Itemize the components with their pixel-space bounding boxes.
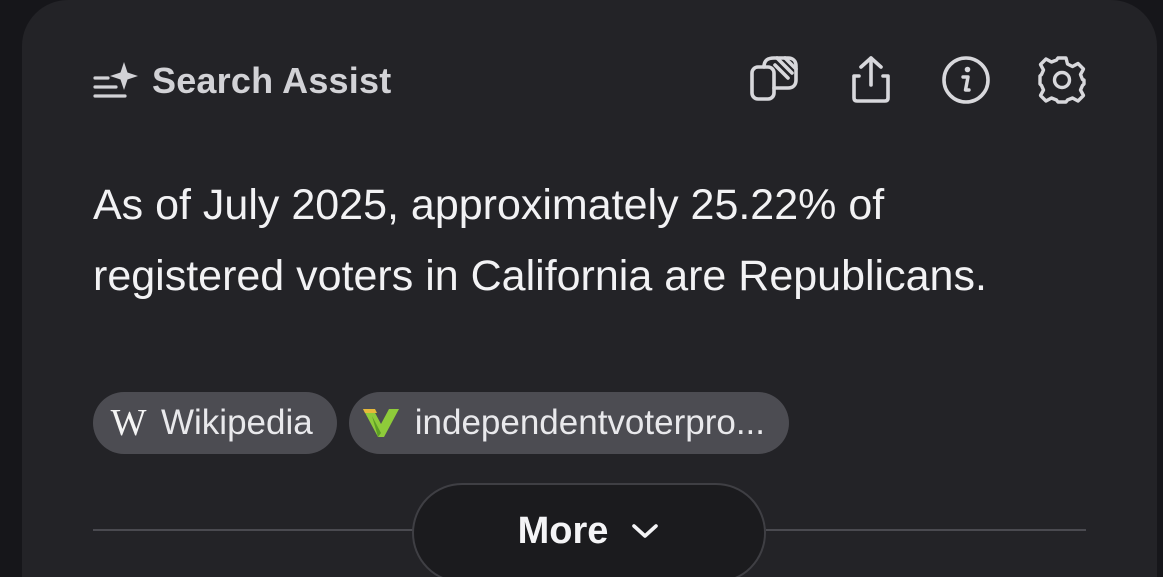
source-chip-label: Wikipedia: [161, 403, 313, 442]
independent-voter-logo-icon: [361, 403, 401, 443]
source-chip-wikipedia[interactable]: W Wikipedia: [93, 392, 337, 454]
source-chip-independentvoter[interactable]: independentvoterpro...: [348, 392, 789, 454]
copy-button[interactable]: [746, 52, 802, 108]
more-button[interactable]: More: [412, 483, 766, 577]
copy-icon: [750, 56, 798, 101]
more-button-label: More: [517, 510, 609, 552]
divider-right: [766, 529, 1086, 531]
search-assist-header: Search Assist: [92, 56, 391, 106]
wikipedia-icon: W: [110, 402, 147, 444]
sparkle-list-icon: [93, 62, 138, 98]
info-button[interactable]: [938, 52, 994, 108]
settings-button[interactable]: [1034, 52, 1090, 108]
source-chip-label: independentvoterpro...: [414, 403, 765, 442]
info-icon: [942, 56, 990, 104]
page: Search Assist As of July 2025, approxima…: [0, 0, 1163, 577]
answer-text: As of July 2025, approximately 25.22% of…: [93, 181, 987, 300]
settings-icon: [1038, 56, 1086, 104]
share-button[interactable]: [843, 52, 899, 108]
share-icon: [852, 56, 890, 103]
divider-left: [93, 529, 413, 531]
source-chips: W Wikipedia independentvoterpro...: [93, 392, 789, 454]
search-assist-title: Search Assist: [152, 60, 392, 101]
chevron-down-icon: [632, 524, 659, 538]
